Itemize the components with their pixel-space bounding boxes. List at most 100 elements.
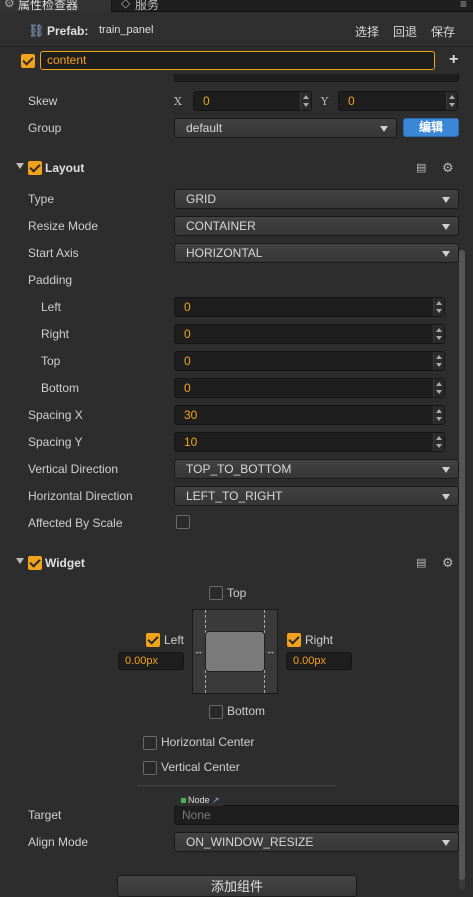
padding-bottom-stepper[interactable]	[433, 379, 444, 397]
horizontal-direction-select[interactable]: LEFT_TO_RIGHT	[174, 486, 459, 506]
widget-left-input[interactable]: 0.00px	[118, 652, 184, 670]
padding-right-input[interactable]: 0	[174, 324, 445, 344]
layout-enabled-checkbox[interactable]	[28, 161, 42, 175]
spacing-y-label: Spacing Y	[28, 435, 83, 449]
padding-left-label: Left	[41, 300, 62, 314]
node-active-checkbox[interactable]	[21, 54, 35, 68]
padding-right-stepper[interactable]	[433, 325, 444, 343]
spacing-y-input[interactable]: 10	[174, 432, 445, 452]
spacing-x-stepper[interactable]	[433, 406, 444, 424]
node-dot-icon	[181, 798, 186, 803]
padding-right-value: 0	[184, 327, 191, 341]
spacing-y-stepper[interactable]	[433, 433, 444, 451]
padding-left-stepper[interactable]	[433, 298, 444, 316]
align-mode-select[interactable]: ON_WINDOW_RESIZE	[174, 832, 459, 852]
tab-service[interactable]: ◇ 服务	[117, 0, 177, 12]
affected-by-scale-label: Affected By Scale	[28, 516, 123, 530]
widget-right-label: Right	[305, 633, 334, 647]
target-node-input[interactable]: None	[174, 805, 459, 825]
padding-bottom-label: Bottom	[41, 381, 80, 395]
widget-left-label: Left	[164, 633, 185, 647]
book-icon[interactable]: ▤	[416, 556, 426, 569]
resize-mode-select[interactable]: CONTAINER	[174, 216, 459, 236]
widget-top-checkbox[interactable]	[209, 586, 223, 600]
skew-y-stepper[interactable]	[446, 92, 457, 110]
start-axis-select[interactable]: HORIZONTAL	[174, 243, 459, 263]
widget-top-label: Top	[227, 586, 247, 600]
prefab-label: Prefab:	[47, 24, 89, 38]
widget-title: Widget	[45, 556, 85, 570]
widget-bottom-label: Bottom	[227, 704, 266, 718]
resize-mode-label: Resize Mode	[28, 219, 99, 233]
padding-top-stepper[interactable]	[433, 352, 444, 370]
spacing-x-label: Spacing X	[28, 408, 83, 422]
padding-top-value: 0	[184, 354, 191, 368]
chevron-down-icon	[442, 224, 450, 230]
prefab-select-button[interactable]: 选择	[355, 23, 379, 40]
skew-x-value: 0	[203, 94, 210, 108]
external-link-icon[interactable]: ↗	[212, 795, 220, 805]
vertical-center-label: Vertical Center	[161, 760, 240, 774]
spacing-y-value: 10	[184, 435, 198, 449]
tab-inspector[interactable]: ⚙ 属性检查器	[0, 0, 112, 12]
collapse-triangle-icon[interactable]	[16, 558, 24, 564]
vertical-center-checkbox[interactable]	[143, 761, 157, 775]
menu-icon[interactable]: ≡	[460, 0, 467, 11]
spacing-x-value: 30	[184, 408, 198, 422]
skew-y-input[interactable]: 0	[338, 91, 458, 111]
padding-left-value: 0	[184, 300, 191, 314]
gear-icon: ⚙	[4, 0, 15, 10]
affected-by-scale-checkbox[interactable]	[176, 515, 190, 529]
skew-y-value: 0	[348, 94, 355, 108]
resize-mode-value: CONTAINER	[186, 219, 256, 233]
widget-right-checkbox[interactable]	[287, 633, 301, 647]
padding-top-input[interactable]: 0	[174, 351, 445, 371]
type-select[interactable]: GRID	[174, 189, 459, 209]
widget-section-header[interactable]: Widget ▤ ⚙	[0, 550, 473, 576]
group-select-value: default	[186, 121, 223, 135]
prefab-link-icon: ⛓	[28, 23, 45, 38]
prefab-bar: ⛓ Prefab: train_panel 选择 回退 保存	[0, 13, 473, 47]
prefab-save-button[interactable]: 保存	[431, 23, 455, 40]
widget-bottom-checkbox[interactable]	[209, 705, 223, 719]
node-type-tag: Node ↗	[177, 795, 224, 806]
book-icon[interactable]: ▤	[416, 161, 426, 174]
prefab-revert-button[interactable]: 回退	[393, 23, 417, 40]
left-margin-arrow-icon: ↔	[194, 646, 203, 656]
type-label: Type	[28, 192, 55, 206]
padding-label: Padding	[28, 273, 73, 287]
vertical-direction-value: TOP_TO_BOTTOM	[186, 462, 292, 476]
align-mode-label: Align Mode	[28, 835, 89, 849]
prefab-name: train_panel	[99, 24, 154, 36]
service-icon: ◇	[121, 0, 131, 10]
collapse-triangle-icon[interactable]	[16, 163, 24, 169]
layout-section-header[interactable]: Layout ▤ ⚙	[0, 155, 473, 181]
widget-left-checkbox[interactable]	[146, 633, 160, 647]
tab-bar: ⚙ 属性检查器 ◇ 服务 ≡	[0, 0, 473, 12]
chevron-down-icon	[380, 126, 388, 132]
spacing-x-input[interactable]: 30	[174, 405, 445, 425]
gear-icon[interactable]: ⚙	[442, 160, 454, 176]
target-label: Target	[28, 808, 62, 822]
add-node-button[interactable]: +	[449, 51, 458, 69]
vertical-direction-select[interactable]: TOP_TO_BOTTOM	[174, 459, 459, 479]
group-edit-button[interactable]: 编辑	[403, 118, 459, 137]
right-margin-arrow-icon: ↔	[266, 646, 275, 656]
align-mode-value: ON_WINDOW_RESIZE	[186, 835, 314, 849]
gear-icon[interactable]: ⚙	[442, 555, 454, 571]
group-select[interactable]: default	[174, 118, 397, 138]
widget-right-input[interactable]: 0.00px	[286, 652, 352, 670]
widget-enabled-checkbox[interactable]	[28, 556, 42, 570]
padding-left-input[interactable]: 0	[174, 297, 445, 317]
skew-x-input[interactable]: 0	[193, 91, 312, 111]
target-placeholder: None	[182, 808, 211, 822]
horizontal-center-checkbox[interactable]	[143, 736, 157, 750]
start-axis-value: HORIZONTAL	[186, 246, 263, 260]
node-name-input[interactable]: content	[40, 51, 435, 70]
skew-x-stepper[interactable]	[300, 92, 311, 110]
chevron-down-icon	[442, 467, 450, 473]
add-component-button[interactable]: 添加组件	[117, 875, 357, 897]
padding-bottom-value: 0	[184, 381, 191, 395]
padding-bottom-input[interactable]: 0	[174, 378, 445, 398]
type-select-value: GRID	[186, 192, 216, 206]
